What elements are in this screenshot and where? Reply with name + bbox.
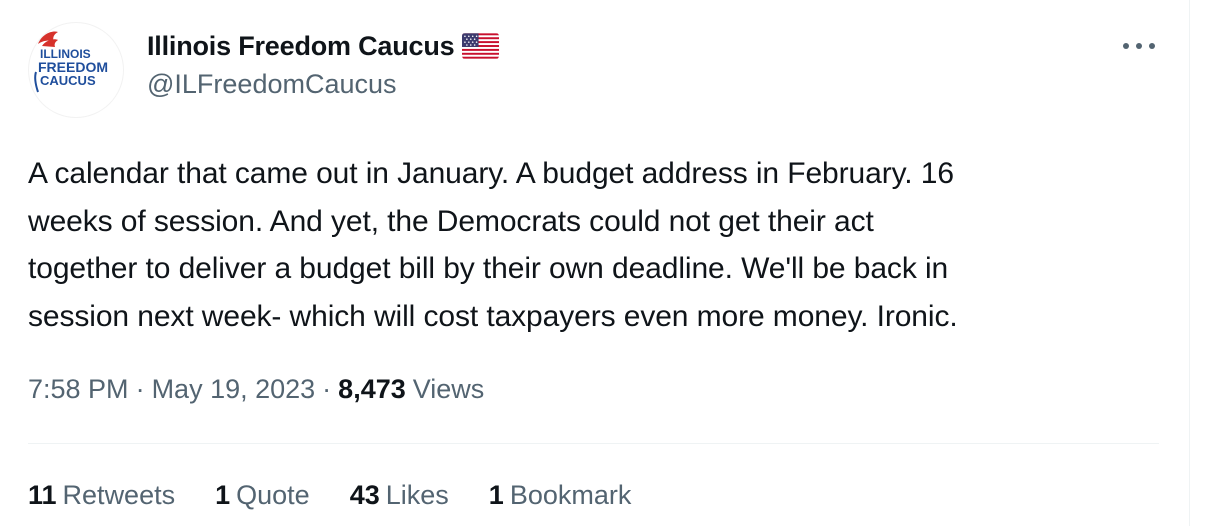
divider (28, 443, 1159, 444)
meta-separator: · (322, 374, 332, 404)
author-display-name[interactable]: Illinois Freedom Caucus (147, 31, 455, 62)
more-options-button[interactable] (1117, 31, 1161, 61)
quotes-label: Quote (236, 480, 310, 510)
more-horizontal-icon (1123, 43, 1155, 49)
tweet-time[interactable]: 7:58 PM (28, 374, 129, 405)
likes-label: Likes (385, 480, 449, 510)
views-count[interactable]: 8,473 (338, 374, 406, 405)
tweet-date[interactable]: May 19, 2023 (152, 374, 316, 405)
author-handle[interactable]: @ILFreedomCaucus (147, 69, 397, 100)
bookmarks-label: Bookmark (509, 480, 632, 510)
bookmarks-count: 1 (488, 480, 504, 510)
retweets-label: Retweets (62, 480, 176, 510)
stat-likes[interactable]: 43 Likes (350, 480, 449, 511)
stat-bookmarks[interactable]: 1 Bookmark (489, 480, 632, 511)
illinois-freedom-caucus-logo: ILLINOIS FREEDOM CAUCUS (34, 31, 108, 93)
us-flag-icon (462, 33, 500, 59)
meta-separator: · (135, 374, 145, 404)
author-name-row: Illinois Freedom Caucus (147, 28, 500, 64)
stat-retweets[interactable]: 11 Retweets (28, 480, 175, 511)
tweet-text: A calendar that came out in January. A b… (28, 157, 958, 333)
tweet-meta: 7:58 PM · May 19, 2023 · 8,473 Views (28, 374, 484, 405)
logo-line-caucus: CAUCUS (40, 73, 96, 88)
retweets-count: 11 (28, 480, 57, 510)
quotes-count: 1 (215, 480, 231, 510)
stat-quotes[interactable]: 1 Quote (215, 480, 310, 511)
engagement-stats: 11 Retweets 1 Quote 43 Likes 1 Bookmark (28, 480, 671, 511)
likes-count: 43 (349, 480, 380, 510)
views-label[interactable]: Views (413, 374, 485, 405)
avatar[interactable]: ILLINOIS FREEDOM CAUCUS (28, 22, 124, 118)
column-border (1189, 0, 1190, 526)
